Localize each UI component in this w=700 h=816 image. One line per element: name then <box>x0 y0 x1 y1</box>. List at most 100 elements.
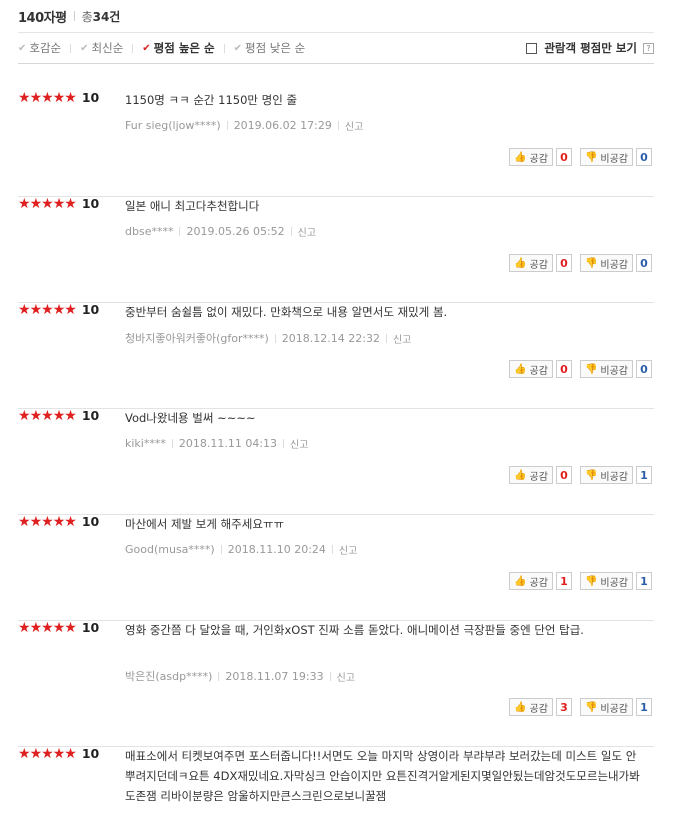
divider <box>179 227 181 236</box>
thumbs-down-icon: 👎 <box>584 363 598 375</box>
sort-label: 평점 높은 순 <box>153 41 215 55</box>
dislike-label: 비공감 <box>600 153 628 165</box>
like-label: 공감 <box>529 153 548 165</box>
like-count: 1 <box>555 572 572 590</box>
divider <box>70 43 72 53</box>
author[interactable]: kiki**** <box>125 437 166 450</box>
review-item: ★ ★ ★ ★ ★ 10 매표소에서 티켓보여주면 포스터줍니다!!서면도 오늘 마지막 상… <box>18 746 654 816</box>
sort-label: 최신순 <box>91 41 124 55</box>
like-button[interactable]: 👍 공감 <box>509 360 553 378</box>
star-icon: ★ <box>64 619 77 636</box>
star-rating: ★ ★ ★ ★ ★ 10 <box>18 746 99 761</box>
dislike-button[interactable]: 👎 비공감 <box>579 466 633 484</box>
review-text: 일본 애니 최고다추천합니다 <box>125 199 260 213</box>
review-date: 2019.05.26 05:52 <box>186 225 285 238</box>
thumbs-down-icon: 👎 <box>584 151 598 163</box>
dislike-label: 비공감 <box>600 703 628 715</box>
review-item: ★ ★ ★ ★ ★ 10 마산에서 제발 보게 해주세요ㅠㅠ Good(musa****) 20… <box>18 514 654 621</box>
divider <box>283 439 285 448</box>
star-icon: ★ <box>64 89 77 106</box>
help-icon[interactable]: ? <box>643 42 654 54</box>
author[interactable]: 청바지좋아워커좋아(gfor****) <box>125 330 269 346</box>
like-label: 공감 <box>529 259 548 271</box>
author[interactable]: Good(musa****) <box>125 543 215 556</box>
review-text: 마산에서 제발 보게 해주세요ㅠㅠ <box>125 517 285 531</box>
star-icon: ★ <box>41 195 54 212</box>
vote-controls: 👍 공감 3 👎 비공감 1 <box>509 698 652 716</box>
sort-label: 호감순 <box>29 41 62 55</box>
divider <box>73 11 75 21</box>
author[interactable]: 박은진(asdp****) <box>125 668 212 684</box>
like-button[interactable]: 👍 공감 <box>509 466 553 484</box>
dislike-button[interactable]: 👎 비공감 <box>579 572 633 590</box>
check-icon: ✔ <box>18 42 27 54</box>
vote-controls: 👍 공감 0 👎 비공감 0 <box>509 148 652 166</box>
star-rating: ★ ★ ★ ★ ★ 10 <box>18 302 99 317</box>
report-link[interactable]: 신고 <box>393 331 411 346</box>
review-item: ★ ★ ★ ★ ★ 10 1150명 ㅋㅋ 순간 1150만 명인 줄 Fur sieg(lj… <box>18 90 654 197</box>
dislike-label: 비공감 <box>600 259 628 271</box>
report-link[interactable]: 신고 <box>337 669 355 684</box>
thumbs-up-icon: 👍 <box>514 469 527 481</box>
review-date: 2019.06.02 17:29 <box>233 119 332 132</box>
report-link[interactable]: 신고 <box>345 118 363 133</box>
audience-only-checkbox[interactable] <box>526 42 538 54</box>
divider <box>132 43 134 53</box>
dislike-button[interactable]: 👎 비공감 <box>579 360 633 378</box>
star-icon: ★ <box>29 407 43 424</box>
divider <box>337 121 339 130</box>
star-icon: ★ <box>64 195 77 212</box>
like-count: 0 <box>555 466 572 484</box>
review-date: 2018.11.11 04:13 <box>178 437 278 450</box>
review-meta: 청바지좋아워커좋아(gfor****) 2018.12.14 22:32 신고 <box>125 330 411 346</box>
dislike-count: 0 <box>636 360 652 378</box>
thumbs-down-icon: 👎 <box>584 469 598 481</box>
dislike-label: 비공감 <box>600 365 628 377</box>
report-link[interactable]: 신고 <box>290 436 308 451</box>
star-icon: ★ <box>29 89 43 106</box>
report-link[interactable]: 신고 <box>298 224 316 239</box>
rating-score: 10 <box>81 408 100 423</box>
dislike-button[interactable]: 👎 비공감 <box>579 698 633 716</box>
like-button[interactable]: 👍 공감 <box>509 254 553 272</box>
star-icon: ★ <box>29 195 43 212</box>
like-button[interactable]: 👍 공감 <box>509 698 553 716</box>
sort-high-rating[interactable]: ✔ 평점 높은 순 <box>142 40 214 56</box>
rating-score: 10 <box>81 196 100 211</box>
like-button[interactable]: 👍 공감 <box>509 148 553 166</box>
star-icon: ★ <box>52 513 66 530</box>
dislike-button[interactable]: 👎 비공감 <box>579 254 633 272</box>
like-count: 0 <box>555 360 572 378</box>
review-item: ★ ★ ★ ★ ★ 10 중반부터 숨쉴틈 없이 재밌다. 만화책으로 내용 알면서도 재밌… <box>18 302 654 409</box>
check-icon: ✔ <box>142 42 151 54</box>
author[interactable]: dbse**** <box>125 225 173 238</box>
author[interactable]: Fur sieg(ljow****) <box>125 119 221 132</box>
audience-filter[interactable]: 관람객 평점만 보기 ? <box>526 33 654 63</box>
star-icon: ★ <box>41 407 54 424</box>
dislike-count: 0 <box>636 254 652 272</box>
like-count: 0 <box>555 254 572 272</box>
divider <box>274 333 276 343</box>
thumbs-up-icon: 👍 <box>514 363 527 375</box>
vote-controls: 👍 공감 0 👎 비공감 0 <box>509 254 652 272</box>
review-date: 2018.11.10 20:24 <box>227 543 326 556</box>
check-icon: ✔ <box>80 42 89 54</box>
report-link[interactable]: 신고 <box>339 542 357 557</box>
sort-label: 평점 낮은 순 <box>244 41 306 55</box>
sort-likes[interactable]: ✔ 호감순 <box>18 40 61 56</box>
dislike-button[interactable]: 👎 비공감 <box>579 148 633 166</box>
review-meta: kiki**** 2018.11.11 04:13 신고 <box>125 436 308 451</box>
review-date: 2018.12.14 22:32 <box>281 331 380 345</box>
review-text: Vod나왔네용 벌써 ~~~~ <box>125 411 256 425</box>
star-rating: ★ ★ ★ ★ ★ 10 <box>18 620 99 635</box>
count-prefix: 총 <box>81 9 93 24</box>
sort-latest[interactable]: ✔ 최신순 <box>80 40 123 56</box>
vote-controls: 👍 공감 1 👎 비공감 1 <box>509 572 652 590</box>
star-icon: ★ <box>41 89 54 106</box>
star-icon: ★ <box>29 513 43 530</box>
thumbs-down-icon: 👎 <box>584 701 598 713</box>
thumbs-up-icon: 👍 <box>514 701 527 713</box>
sort-low-rating[interactable]: ✔ 평점 낮은 순 <box>234 40 306 56</box>
vote-controls: 👍 공감 0 👎 비공감 1 <box>509 466 652 484</box>
like-button[interactable]: 👍 공감 <box>509 572 553 590</box>
